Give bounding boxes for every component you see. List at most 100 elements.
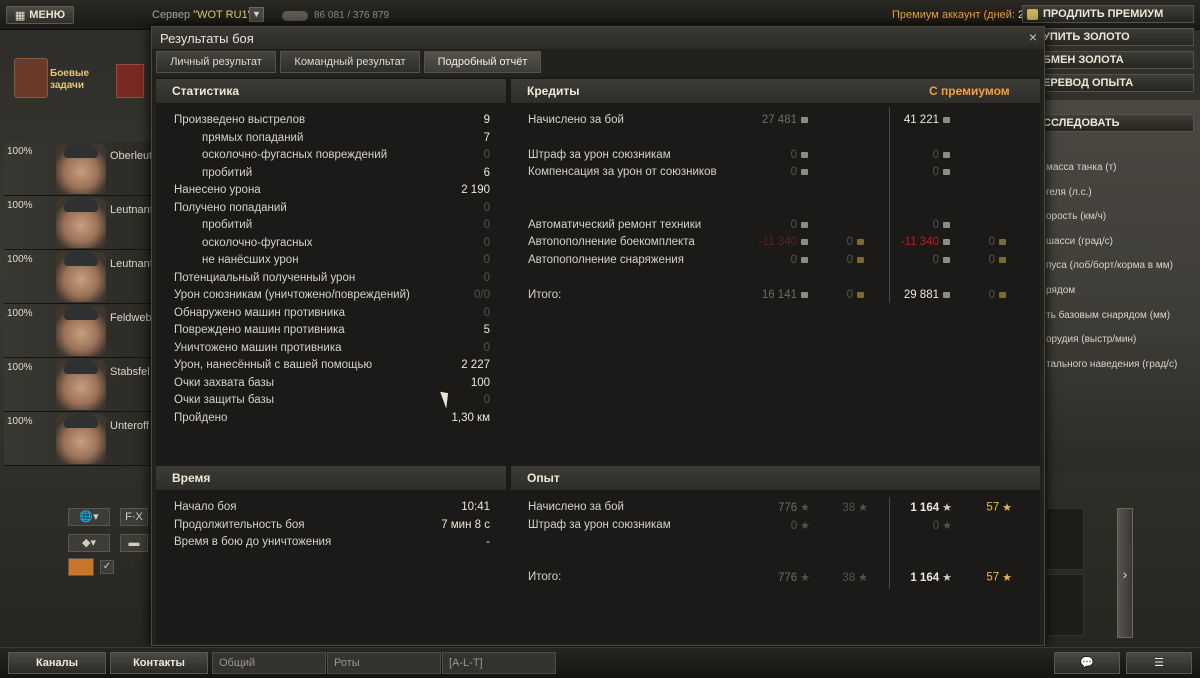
credit-premium-value: -11 340: [901, 236, 950, 248]
carousel-next-arrow[interactable]: ›: [1117, 508, 1133, 638]
free-exp-star-icon: ★: [858, 502, 868, 514]
credit-premium-amount: 0: [932, 254, 939, 266]
buy-gold-button[interactable]: УПИТЬ ЗОЛОТО: [1022, 28, 1194, 46]
filter-checkbox[interactable]: ✓: [100, 560, 114, 574]
experience-title: Опыт: [527, 471, 560, 485]
stat-label: Урон союзникам (уничтожено/повреждений): [174, 289, 410, 301]
credit-label: Начислено за бой: [528, 114, 624, 126]
tab-detailed-report[interactable]: Подробный отчёт: [424, 51, 541, 73]
gold-premium-amount: 0: [988, 254, 995, 266]
notifications-button[interactable]: ☰: [1126, 652, 1192, 674]
stat-value: 1,30 км: [451, 411, 490, 424]
chat-tab-general[interactable]: Общий: [212, 652, 326, 674]
tank-carousel-slot[interactable]: [1046, 574, 1084, 636]
battle-results-window: Результаты боя × Личный результат Команд…: [151, 26, 1045, 646]
nation-filter-button[interactable]: ◆▾: [68, 534, 110, 552]
credit-base-value: 0: [791, 149, 808, 161]
exp-label: Штраф за урон союзникам: [528, 519, 671, 531]
credits-icon: [801, 221, 808, 228]
stat-label: Потенциальный полученный урон: [174, 271, 356, 284]
tank-carousel-slot[interactable]: [1046, 508, 1084, 570]
server-label: Сервер "WOT RU1": [152, 9, 252, 21]
credit-base-amount: 16 141: [761, 289, 797, 301]
credit-base-value: -11 340: [759, 236, 808, 248]
crew-member[interactable]: 100% Feldweb: [4, 304, 152, 358]
exp-star-icon: ★: [800, 520, 810, 532]
server-dropdown-button[interactable]: ▼: [249, 7, 264, 22]
crew-rank: Feldweb: [110, 312, 152, 324]
crew-rank: Leutnant: [110, 258, 152, 270]
server-name: "WOT RU1": [193, 9, 252, 21]
premium-icon: [1027, 9, 1038, 20]
tab-personal-result[interactable]: Личный результат: [156, 51, 276, 73]
credits-icon: [943, 221, 950, 228]
close-icon[interactable]: ×: [1025, 29, 1041, 45]
gold-icon: [857, 291, 864, 298]
tank-specs-list: масса танка (т) геля (л.с.) орость (км/ч…: [1046, 162, 1196, 383]
credits-icon: [801, 151, 808, 158]
crew-member[interactable]: 100% Leutnant: [4, 196, 152, 250]
fx-button[interactable]: F·X: [120, 508, 148, 526]
stat-value: 0/0: [474, 289, 490, 301]
gold-icon: [999, 256, 1006, 263]
detailed-report-body: Статистика Произведено выстрелов 9 прямых …: [156, 77, 1040, 643]
credit-premium-value: 41 221: [904, 114, 950, 126]
crew-skill-pct: 100%: [7, 146, 33, 157]
extend-premium-button[interactable]: ПРОДЛИТЬ ПРЕМИУМ: [1022, 5, 1194, 23]
nation-icon: ◆▾: [82, 537, 96, 549]
menu-button[interactable]: ▦ МЕНЮ: [6, 6, 74, 24]
time-header: Время: [156, 466, 506, 490]
gold-premium-value: 0: [989, 289, 1006, 301]
premium-account-status: Премиум аккаунт (дней: 2): [892, 9, 1028, 21]
credit-base-amount: 27 481: [761, 114, 797, 126]
stat-label: Повреждено машин противника: [174, 324, 345, 336]
stat-label: не нанёсших урон: [202, 254, 299, 266]
tab-team-result[interactable]: Командный результат: [280, 51, 420, 73]
stat-label: пробитий: [202, 166, 253, 179]
crew-portrait: [56, 306, 106, 356]
tank-type-filter-button[interactable]: ▬: [120, 534, 148, 552]
convert-experience-label: ЕРЕВОД ОПЫТА: [1043, 77, 1134, 89]
stat-value: 5: [483, 324, 490, 336]
crew-rank: Unteroff: [110, 420, 149, 432]
camo-icon[interactable]: [68, 558, 94, 576]
channels-button[interactable]: Каналы: [8, 652, 106, 674]
menu-label: МЕНЮ: [29, 9, 66, 21]
stat-value: 0: [483, 306, 490, 319]
free-exp-base-amount: 38: [842, 572, 856, 584]
experience-header: Опыт: [511, 466, 1040, 490]
exp-star-icon: ★: [942, 572, 952, 584]
missions-label: Боевые задачи: [50, 68, 89, 92]
credit-premium-amount: 0: [932, 166, 939, 178]
credit-base-amount: 0: [790, 219, 797, 231]
chat-button[interactable]: 💬: [1054, 652, 1120, 674]
crew-member[interactable]: 100% Stabsfel: [4, 358, 152, 412]
spec-item: шасси (град/с): [1046, 235, 1113, 247]
time-label: Начало боя: [174, 501, 237, 513]
battle-missions[interactable]: Боевые задачи: [8, 58, 148, 104]
contacts-button[interactable]: Контакты: [110, 652, 208, 674]
crew-member[interactable]: 100% Unteroff: [4, 412, 152, 466]
list-icon: ☰: [1154, 657, 1164, 669]
research-button[interactable]: ССЛЕДОВАТЬ: [1022, 114, 1194, 132]
globe-filter-button[interactable]: 🌐▾: [68, 508, 110, 526]
convert-experience-button[interactable]: ЕРЕВОД ОПЫТА: [1022, 74, 1194, 92]
exchange-gold-button[interactable]: БМЕН ЗОЛОТА: [1022, 51, 1194, 69]
gold-base-value: 0: [847, 254, 864, 266]
service-record-icon[interactable]: [116, 64, 144, 98]
stat-value: 0: [483, 341, 490, 354]
time-value: -: [486, 536, 490, 548]
statistics-header: Статистика: [156, 79, 506, 103]
stat-value: 9: [483, 114, 490, 126]
gold-icon: [999, 291, 1006, 298]
exp-base-amount: 776: [777, 572, 798, 584]
crew-member[interactable]: 100% Leutnant: [4, 250, 152, 304]
chat-icon: 💬: [1080, 657, 1094, 669]
chat-tab-clan[interactable]: [A-L-T]: [442, 652, 556, 674]
chat-tab-companies[interactable]: Роты: [327, 652, 441, 674]
crew-member[interactable]: 100% Oberleut: [4, 142, 152, 196]
exp-base-value: 776 ★: [778, 571, 810, 584]
credits-icon: [801, 291, 808, 298]
credit-premium-value: 29 881: [904, 289, 950, 301]
menu-icon: ▦: [14, 9, 26, 22]
